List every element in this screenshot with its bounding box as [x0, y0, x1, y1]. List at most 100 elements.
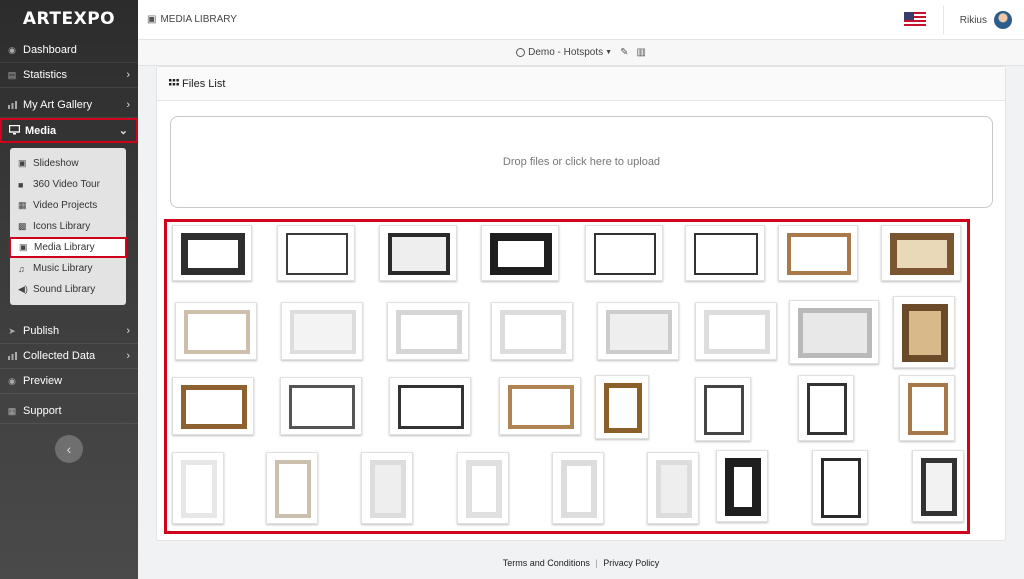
- media-thumbnail[interactable]: [172, 225, 252, 281]
- submenu-item-slideshow[interactable]: ▣ Slideshow: [10, 153, 126, 174]
- picture-frame-image: [656, 460, 692, 518]
- media-thumbnail[interactable]: [172, 452, 224, 524]
- sidebar-item-support[interactable]: ▦ Support: [0, 399, 138, 424]
- picture-frame-image: [821, 458, 861, 518]
- picture-frame-image: [921, 458, 957, 516]
- sidebar-item-label: My Art Gallery: [23, 99, 93, 111]
- media-thumbnail[interactable]: [379, 225, 457, 281]
- collapse-sidebar-button[interactable]: ‹: [55, 435, 83, 463]
- caret-down-icon[interactable]: ▼: [605, 49, 612, 56]
- us-flag-icon[interactable]: [904, 12, 926, 26]
- chevron-right-icon: ›: [126, 69, 130, 81]
- media-thumbnail[interactable]: [266, 452, 318, 524]
- media-thumbnail[interactable]: [881, 225, 961, 281]
- sidebar-item-label: Publish: [23, 325, 60, 337]
- submenu-item-label: Media Library: [34, 242, 95, 253]
- media-submenu: ▣ Slideshow ■ 360 Video Tour ▦ Video Pro…: [9, 148, 127, 305]
- chevron-right-icon: ›: [126, 325, 130, 337]
- chevron-right-icon: ›: [126, 350, 130, 362]
- dashboard-icon: ◉: [8, 44, 16, 55]
- media-thumbnail[interactable]: [277, 225, 355, 281]
- media-thumbnail[interactable]: [499, 377, 581, 435]
- submenu-item-icons-library[interactable]: ▩ Icons Library: [10, 216, 126, 237]
- submenu-item-sound-library[interactable]: ◀) Sound Library: [10, 279, 126, 300]
- picture-frame-image: [184, 310, 250, 354]
- picture-frame-image: [466, 460, 502, 518]
- sidebar: ARTEXPO ◉ Dashboard ▤ Statistics › My Ar…: [0, 0, 138, 579]
- sidebar-item-preview[interactable]: ◉ Preview: [0, 369, 138, 394]
- sidebar-item-label: Media: [25, 124, 57, 137]
- page-title: MEDIA LIBRARY: [160, 14, 237, 25]
- media-thumbnail[interactable]: [595, 375, 649, 439]
- media-thumbnail[interactable]: [798, 375, 854, 441]
- picture-frame-image: [908, 383, 948, 435]
- media-thumbnail[interactable]: [280, 377, 362, 435]
- submenu-item-label: Video Projects: [33, 200, 98, 211]
- media-thumbnail[interactable]: [716, 450, 768, 522]
- media-thumbnail[interactable]: [695, 302, 777, 360]
- privacy-link[interactable]: Privacy Policy: [603, 558, 659, 568]
- picture-frame-image: [490, 233, 552, 275]
- files-grid: [164, 219, 970, 534]
- media-thumbnail[interactable]: [685, 225, 765, 281]
- upload-dropzone[interactable]: Drop files or click here to upload: [170, 116, 993, 208]
- media-thumbnail[interactable]: [789, 300, 879, 364]
- media-thumbnail[interactable]: [281, 302, 363, 360]
- picture-frame-image: [290, 310, 356, 354]
- media-thumbnail[interactable]: [893, 296, 955, 368]
- media-thumbnail[interactable]: [387, 302, 469, 360]
- user-name[interactable]: Rikius: [960, 15, 987, 26]
- media-thumbnail[interactable]: [172, 377, 254, 435]
- sidebar-item-media[interactable]: Media ⌄: [0, 118, 138, 143]
- edit-icon[interactable]: ✎: [620, 47, 628, 58]
- media-thumbnail[interactable]: [175, 302, 257, 360]
- picture-frame-image: [388, 233, 450, 275]
- chart-icon: ▤: [7, 69, 17, 80]
- sidebar-item-dashboard[interactable]: ◉ Dashboard: [0, 38, 138, 63]
- media-thumbnail[interactable]: [812, 450, 868, 524]
- stats-icon[interactable]: ▥: [636, 47, 645, 58]
- media-thumbnail[interactable]: [585, 225, 663, 281]
- media-thumbnail[interactable]: [899, 375, 955, 441]
- project-selector[interactable]: Demo - Hotspots: [528, 47, 603, 58]
- film-icon: ▦: [18, 200, 27, 210]
- picture-frame-image: [561, 460, 597, 518]
- submenu-item-media-library[interactable]: ▣ Media Library: [9, 237, 127, 258]
- sidebar-item-collected-data[interactable]: Collected Data ›: [0, 344, 138, 369]
- submenu-item-360-video-tour[interactable]: ■ 360 Video Tour: [10, 174, 126, 195]
- terms-link[interactable]: Terms and Conditions: [503, 558, 590, 568]
- submenu-item-label: Sound Library: [33, 284, 96, 295]
- top-header: ▣ MEDIA LIBRARY Rikius: [138, 0, 1024, 40]
- media-thumbnail[interactable]: [389, 377, 471, 435]
- grid-icon: [169, 78, 179, 89]
- avatar[interactable]: [994, 11, 1012, 29]
- slideshow-icon: ▣: [18, 158, 27, 168]
- media-thumbnail[interactable]: [647, 452, 699, 524]
- media-thumbnail[interactable]: [491, 302, 573, 360]
- media-thumbnail[interactable]: [597, 302, 679, 360]
- files-list-card: Files List Drop files or click here to u…: [156, 66, 1006, 541]
- sidebar-item-label: Preview: [23, 375, 63, 387]
- picture-frame-image: [594, 233, 656, 275]
- media-thumbnail[interactable]: [481, 225, 559, 281]
- circle-icon: [516, 48, 526, 57]
- video-camera-icon: ■: [18, 179, 24, 190]
- picture-frame-image: [500, 310, 566, 354]
- media-thumbnail[interactable]: [695, 377, 751, 441]
- sidebar-item-statistics[interactable]: ▤ Statistics ›: [0, 63, 138, 88]
- media-thumbnail[interactable]: [778, 225, 858, 281]
- media-thumbnail[interactable]: [912, 450, 964, 522]
- header-divider: [943, 6, 944, 34]
- sidebar-item-my-art-gallery[interactable]: My Art Gallery ›: [0, 93, 138, 118]
- media-library-icon: ▣: [147, 14, 157, 25]
- picture-frame-image: [787, 233, 851, 275]
- sidebar-item-publish[interactable]: ➤ Publish ›: [0, 319, 138, 344]
- media-thumbnail[interactable]: [361, 452, 413, 524]
- media-thumbnail[interactable]: [457, 452, 509, 524]
- submenu-item-music-library[interactable]: ♫ Music Library: [10, 258, 126, 279]
- media-thumbnail[interactable]: [552, 452, 604, 524]
- submenu-item-video-projects[interactable]: ▦ Video Projects: [10, 195, 126, 216]
- picture-frame-image: [798, 308, 872, 358]
- artexpo-logo[interactable]: ARTEXPO: [0, 0, 138, 38]
- chevron-down-icon: ⌄: [118, 125, 128, 137]
